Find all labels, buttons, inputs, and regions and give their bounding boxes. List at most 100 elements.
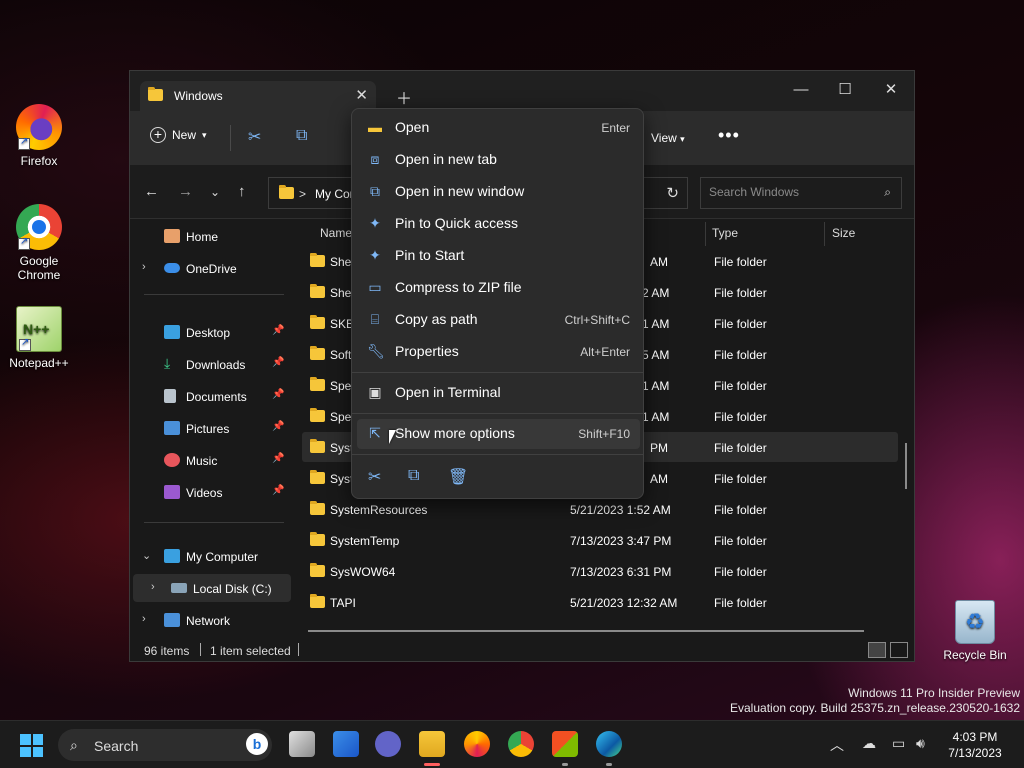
view-button[interactable]: View ▾	[651, 131, 685, 145]
menu-item-label: Copy as path	[395, 311, 478, 327]
sidebar-item-desktop[interactable]: Desktop 📌	[130, 318, 290, 346]
home-icon	[164, 229, 180, 243]
start-button[interactable]	[20, 734, 43, 757]
new-tab-button[interactable]: ＋	[396, 85, 412, 109]
sidebar-item-network[interactable]: › Network	[130, 606, 290, 634]
firefox-icon[interactable]	[464, 731, 490, 757]
cut-icon[interactable]: ✂	[368, 467, 381, 487]
bing-icon[interactable]: b	[246, 733, 268, 755]
chevron-right-icon[interactable]: ›	[151, 581, 155, 593]
sidebar-item-onedrive[interactable]: › OneDrive	[130, 254, 290, 282]
copy-icon[interactable]: ⧉	[408, 467, 419, 485]
teams-chat-icon[interactable]	[375, 731, 401, 757]
more-options-icon[interactable]: •••	[718, 125, 740, 146]
task-view-icon[interactable]	[289, 731, 315, 757]
pin-icon: ✦	[369, 215, 381, 231]
delete-icon[interactable]: 🗑︎	[448, 467, 468, 487]
details-view-icon[interactable]	[868, 642, 886, 658]
close-tab-icon[interactable]: ✕	[355, 86, 368, 104]
volume-icon[interactable]: 🔊︎	[916, 735, 925, 752]
column-header-size[interactable]: Size	[832, 226, 855, 240]
desktop-icon-label: Google Chrome	[2, 254, 76, 282]
search-input[interactable]	[709, 185, 869, 199]
chrome-icon[interactable]	[508, 731, 534, 757]
chevron-right-icon[interactable]: ›	[142, 613, 146, 625]
cut-icon[interactable]: ✂	[248, 127, 261, 147]
file-date: PM	[650, 441, 668, 455]
sidebar-item-pictures[interactable]: Pictures 📌	[130, 414, 290, 442]
file-explorer-icon[interactable]	[419, 731, 445, 766]
pin-icon[interactable]: 📌	[272, 453, 284, 464]
menu-item-pin-start[interactable]: ✦ Pin to Start	[357, 241, 640, 271]
edge-icon[interactable]	[596, 731, 622, 766]
menu-item-open-new-window[interactable]: ⧉ Open in new window	[357, 177, 640, 207]
menu-item-compress-zip[interactable]: ▭ Compress to ZIP file	[357, 273, 640, 303]
close-button[interactable]: ✕	[868, 77, 914, 105]
desktop-icon-recycle-bin[interactable]: Recycle Bin	[938, 600, 1012, 662]
chevron-up-icon[interactable]: ︿	[830, 735, 844, 755]
system-clock[interactable]: 4:03 PM 7/13/2023	[940, 729, 1010, 761]
taskbar-search[interactable]: ⌕ Search b	[58, 729, 272, 761]
back-arrow-icon[interactable]: ←	[144, 183, 159, 200]
desktop-icon-firefox[interactable]: Firefox	[2, 104, 76, 168]
recent-chevron-icon[interactable]: ⌄	[210, 185, 220, 199]
large-icons-view-icon[interactable]	[890, 642, 908, 658]
up-arrow-icon[interactable]: ↑	[238, 183, 246, 200]
menu-item-open-new-tab[interactable]: ⧈ Open in new tab	[357, 145, 640, 175]
pin-icon[interactable]: 📌	[272, 357, 284, 368]
taskbar-search-label: Search	[94, 738, 139, 754]
sidebar-item-label: My Computer	[186, 550, 259, 564]
forward-arrow-icon[interactable]: →	[178, 183, 193, 200]
file-type: File folder	[714, 596, 767, 610]
file-date: 1 AM	[642, 410, 670, 424]
table-row[interactable]: SystemTemp 7/13/2023 3:47 PM File folder	[302, 525, 898, 555]
menu-divider	[352, 372, 643, 373]
sidebar-item-videos[interactable]: Videos 📌	[130, 478, 290, 506]
desktop-icon-chrome[interactable]: Google Chrome	[2, 204, 76, 282]
new-button[interactable]: + New ▾	[150, 127, 207, 143]
sidebar-item-music[interactable]: Music 📌	[130, 446, 290, 474]
column-header-type[interactable]: Type	[712, 226, 738, 240]
sidebar-item-downloads[interactable]: ⤓ Downloads 📌	[130, 350, 290, 378]
file-type: File folder	[714, 379, 767, 393]
menu-item-pin-quick-access[interactable]: ✦ Pin to Quick access	[357, 209, 640, 239]
file-name: Syst	[330, 472, 354, 486]
sidebar-item-my-computer[interactable]: ⌄ My Computer	[130, 542, 290, 570]
pin-icon[interactable]: 📌	[272, 389, 284, 400]
menu-item-copy-as-path[interactable]: ⌸ Copy as path Ctrl+Shift+C	[357, 305, 640, 335]
refresh-icon[interactable]: ↻	[666, 184, 679, 202]
sidebar-item-documents[interactable]: Documents 📌	[130, 382, 290, 410]
desktop-icon-label: Firefox	[20, 154, 58, 168]
pin-icon[interactable]: 📌	[272, 485, 284, 496]
table-row[interactable]: TAPI 5/21/2023 12:32 AM File folder	[302, 587, 898, 617]
copy-icon[interactable]: ⧉	[296, 127, 307, 145]
horizontal-scrollbar[interactable]	[308, 630, 864, 632]
pin-icon[interactable]: 📌	[272, 421, 284, 432]
pin-icon[interactable]: 📌	[272, 325, 284, 336]
watermark-line2: Evaluation copy. Build 25375.zn_release.…	[730, 701, 1020, 715]
vertical-scrollbar[interactable]	[905, 443, 907, 489]
breadcrumb-my-computer[interactable]: My Cor	[315, 187, 354, 201]
tab-windows[interactable]: Windows ✕	[140, 81, 376, 111]
widgets-icon[interactable]	[333, 731, 359, 757]
maximize-button[interactable]: ☐	[822, 77, 868, 105]
network-icon[interactable]: ▭	[892, 735, 905, 752]
column-header-name[interactable]: Name	[320, 226, 352, 240]
folder-icon	[310, 284, 325, 298]
menu-item-show-more-options[interactable]: ⇱ Show more options Shift+F10	[357, 419, 640, 449]
menu-item-open-terminal[interactable]: ▣ Open in Terminal	[357, 378, 640, 408]
menu-item-open[interactable]: ▬ Open Enter	[357, 113, 640, 143]
status-divider	[298, 643, 299, 656]
chevron-right-icon[interactable]: ›	[142, 261, 146, 273]
cloud-offline-icon[interactable]: ☁	[862, 735, 876, 752]
table-row[interactable]: SysWOW64 7/13/2023 6:31 PM File folder	[302, 556, 898, 586]
minimize-button[interactable]: —	[778, 77, 824, 105]
sidebar-item-local-disk[interactable]: › Local Disk (C:)	[133, 574, 291, 602]
menu-item-properties[interactable]: 🔧︎ Properties Alt+Enter	[357, 337, 640, 367]
sidebar-item-home[interactable]: Home	[130, 222, 290, 250]
desktop-icon-notepadpp[interactable]: Notepad++	[2, 306, 76, 370]
folder-icon	[310, 253, 325, 267]
chevron-down-icon[interactable]: ⌄	[142, 549, 151, 562]
microsoft-store-icon[interactable]	[552, 731, 578, 766]
search-box[interactable]: ⌕	[700, 177, 902, 209]
